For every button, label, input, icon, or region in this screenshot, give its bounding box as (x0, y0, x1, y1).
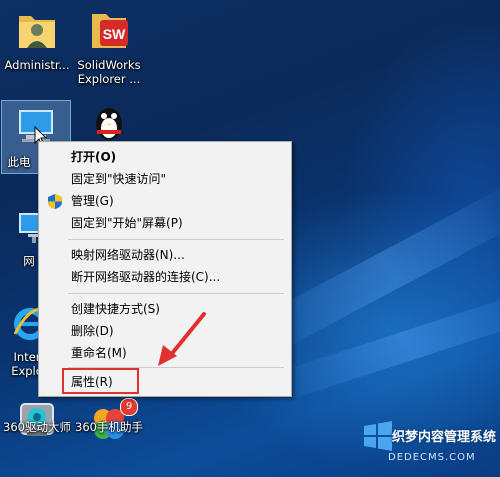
watermark: 织梦内容管理系统 DEDECMS.COM (362, 416, 498, 474)
annotation-arrow (158, 312, 206, 366)
watermark-url: DEDECMS.COM (388, 452, 476, 463)
desktop: Administr... SW SolidWorks Explorer ... … (0, 0, 500, 477)
windows-logo-icon (364, 421, 392, 451)
watermark-brand: 织梦内容管理系统 (392, 430, 497, 445)
